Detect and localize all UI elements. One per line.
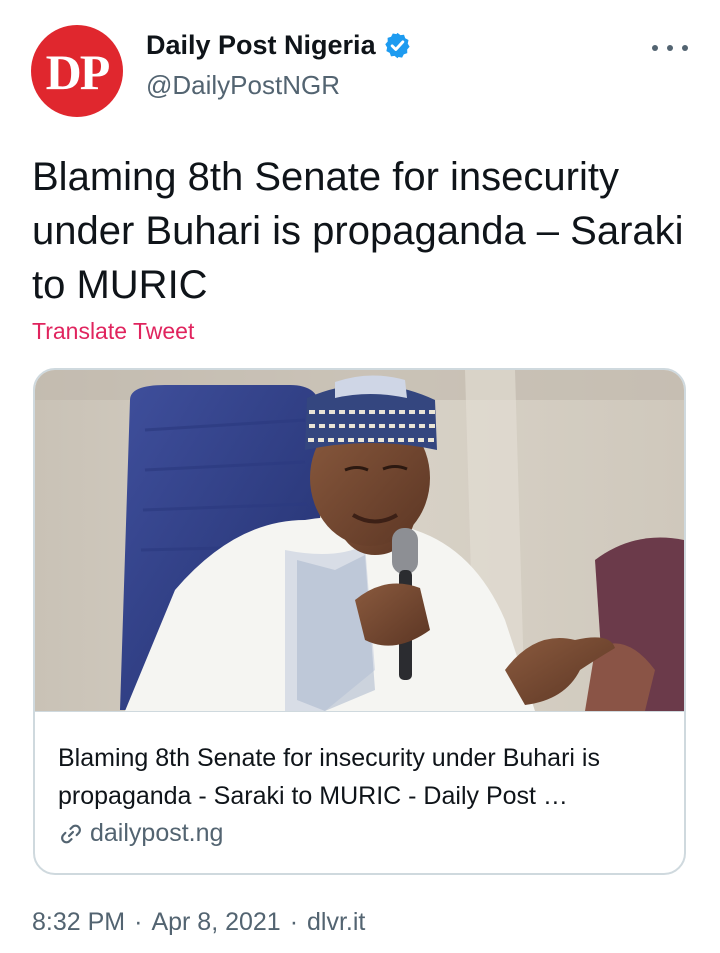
card-domain: dailypost.ng xyxy=(90,819,224,847)
more-dot-icon xyxy=(667,45,673,51)
avatar[interactable]: DP xyxy=(31,25,123,117)
tweet-source[interactable]: dlvr.it xyxy=(307,908,365,937)
more-dot-icon xyxy=(682,45,688,51)
tweet-date[interactable]: Apr 8, 2021 xyxy=(151,908,280,937)
link-preview-card[interactable]: Blaming 8th Senate for insecurity under … xyxy=(33,368,686,875)
card-title[interactable]: Blaming 8th Senate for insecurity under … xyxy=(58,739,668,815)
more-options-icon[interactable] xyxy=(652,42,688,54)
tweet-meta: 8:32 PM · Apr 8, 2021 · dlvr.it xyxy=(32,908,365,937)
card-domain-row[interactable]: dailypost.ng xyxy=(58,819,223,848)
meta-separator: · xyxy=(289,908,299,936)
meta-separator: · xyxy=(134,908,143,936)
more-dot-icon xyxy=(652,45,658,51)
author-name-row[interactable]: Daily Post Nigeria xyxy=(146,30,412,61)
link-icon xyxy=(61,824,81,843)
verified-badge-icon xyxy=(384,32,410,59)
tweet-time[interactable]: 8:32 PM xyxy=(32,908,125,937)
card-body[interactable]: Blaming 8th Senate for insecurity under … xyxy=(35,711,684,873)
author-display-name[interactable]: Daily Post Nigeria xyxy=(146,30,376,61)
avatar-logo-text: DP xyxy=(45,44,111,100)
author-handle[interactable]: @DailyPostNGR xyxy=(146,70,340,101)
tweet-text: Blaming 8th Senate for insecurity under … xyxy=(32,155,684,307)
translate-tweet-link[interactable]: Translate Tweet xyxy=(32,318,194,345)
card-image[interactable] xyxy=(35,370,684,711)
